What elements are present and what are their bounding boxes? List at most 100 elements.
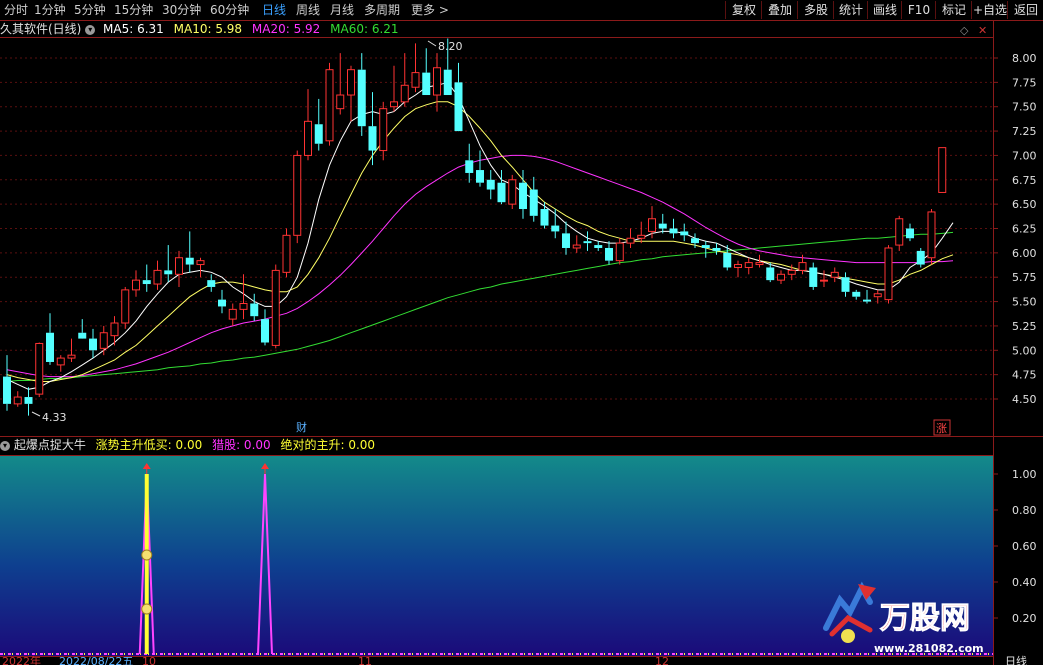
candle xyxy=(637,221,646,244)
magenta-spike xyxy=(257,473,273,655)
candle xyxy=(13,391,22,407)
statistics-button[interactable]: 统计 xyxy=(833,1,868,19)
axis-mark-10: 10 xyxy=(142,655,156,665)
candle-body xyxy=(927,211,936,259)
candle-body xyxy=(121,289,130,324)
candle xyxy=(207,274,216,292)
candle-body xyxy=(798,262,807,271)
draw-line-button[interactable]: 画线 xyxy=(867,1,902,19)
candle-body xyxy=(153,269,162,285)
high-annotation: 8.20 xyxy=(427,40,463,53)
high-label: 8.20 xyxy=(438,40,463,53)
back-button[interactable]: 返回 xyxy=(1007,1,1043,19)
candle-body xyxy=(218,299,226,307)
candle-body xyxy=(508,179,517,205)
year-fragment: 2022年 xyxy=(2,654,41,665)
candle xyxy=(744,257,753,275)
diamond-icon[interactable]: ◇ xyxy=(960,24,968,37)
chevron-down-icon[interactable]: ▾ xyxy=(85,24,96,35)
ma5-label: MA5: 6.31 xyxy=(103,22,164,36)
candle-body xyxy=(626,237,635,244)
tab-weekly[interactable]: 周线 xyxy=(296,1,320,19)
candle xyxy=(691,233,699,248)
ma60-line xyxy=(6,231,954,382)
zhang-marker-box xyxy=(933,419,951,436)
restore-rights-button[interactable]: 复权 xyxy=(725,1,762,19)
candle-body xyxy=(465,160,474,173)
candle xyxy=(325,62,334,146)
candle-body xyxy=(196,260,205,266)
candle-body xyxy=(820,279,828,282)
candle xyxy=(508,174,517,210)
candle xyxy=(164,245,173,283)
candle xyxy=(89,328,97,359)
candle-body xyxy=(916,250,925,265)
candle xyxy=(551,209,560,239)
indicator-tick-label: 0.60 xyxy=(1012,540,1037,553)
candlestick-series xyxy=(3,38,947,416)
candle xyxy=(99,325,108,356)
add-watchlist-button[interactable]: +自选 xyxy=(971,1,1008,19)
tab-15min[interactable]: 15分钟 xyxy=(114,1,153,19)
candle-body xyxy=(723,252,732,268)
candle xyxy=(680,223,689,242)
candle xyxy=(282,228,291,278)
candle-body xyxy=(228,308,237,320)
price-tick-label: 5.50 xyxy=(1012,296,1037,309)
candle-body xyxy=(519,182,527,210)
tab-60min[interactable]: 60分钟 xyxy=(210,1,249,19)
candle-body xyxy=(142,280,151,285)
multi-stock-button[interactable]: 多股 xyxy=(797,1,834,19)
signal-arrow-icon xyxy=(142,463,151,469)
candle xyxy=(529,176,538,222)
candle xyxy=(830,267,839,283)
candle xyxy=(228,303,237,326)
tab-daily[interactable]: 日线 xyxy=(262,1,286,19)
zhang-marker[interactable]: 涨 xyxy=(936,422,947,435)
candle xyxy=(798,254,807,275)
price-tick-label: 7.75 xyxy=(1012,76,1037,89)
candle-body xyxy=(99,332,108,349)
candle xyxy=(572,235,581,253)
tab-more[interactable]: 更多 > xyxy=(411,1,449,19)
candle-body xyxy=(13,396,22,405)
candle-body xyxy=(357,69,366,127)
candle xyxy=(615,238,624,265)
candle xyxy=(454,62,463,132)
tab-1min[interactable]: 1分钟 xyxy=(34,1,66,19)
indicator-background xyxy=(0,456,993,656)
indicator-value-1: 涨势主升低买: 0.00 xyxy=(95,438,203,452)
chevron-down-icon[interactable]: ▾ xyxy=(0,440,10,451)
candle-body xyxy=(325,69,334,142)
ma20-label: MA20: 5.92 xyxy=(251,22,321,36)
tab-5min[interactable]: 5分钟 xyxy=(74,1,106,19)
candle-body xyxy=(433,67,441,96)
candle-body xyxy=(497,182,506,203)
signal-arrow-icon xyxy=(261,463,269,469)
moving-average-lines xyxy=(6,81,954,390)
candle-body xyxy=(282,234,291,273)
tab-multi-period[interactable]: 多周期 xyxy=(364,1,400,19)
candle xyxy=(766,262,775,283)
tab-30min[interactable]: 30分钟 xyxy=(162,1,201,19)
candle-body xyxy=(863,299,871,302)
candle-body xyxy=(777,273,785,281)
candle-body xyxy=(250,303,259,317)
candle xyxy=(519,170,527,219)
overlay-button[interactable]: 叠加 xyxy=(761,1,798,19)
price-tick-label: 4.50 xyxy=(1012,393,1037,406)
candle xyxy=(67,338,76,362)
ma10-label: MA10: 5.98 xyxy=(173,22,243,36)
tab-monthly[interactable]: 月线 xyxy=(330,1,354,19)
candle-body xyxy=(261,319,269,343)
mark-button[interactable]: 标记 xyxy=(935,1,972,19)
candle xyxy=(605,241,613,265)
candle xyxy=(3,355,11,411)
f10-button[interactable]: F10 xyxy=(901,1,936,19)
candle-body xyxy=(390,101,398,108)
tab-timeshare[interactable]: 分时 xyxy=(4,1,28,19)
cai-marker[interactable]: 财 xyxy=(296,420,307,434)
indicator-series xyxy=(0,463,993,655)
close-icon[interactable]: ✕ xyxy=(978,24,987,37)
candle-body xyxy=(347,69,355,96)
